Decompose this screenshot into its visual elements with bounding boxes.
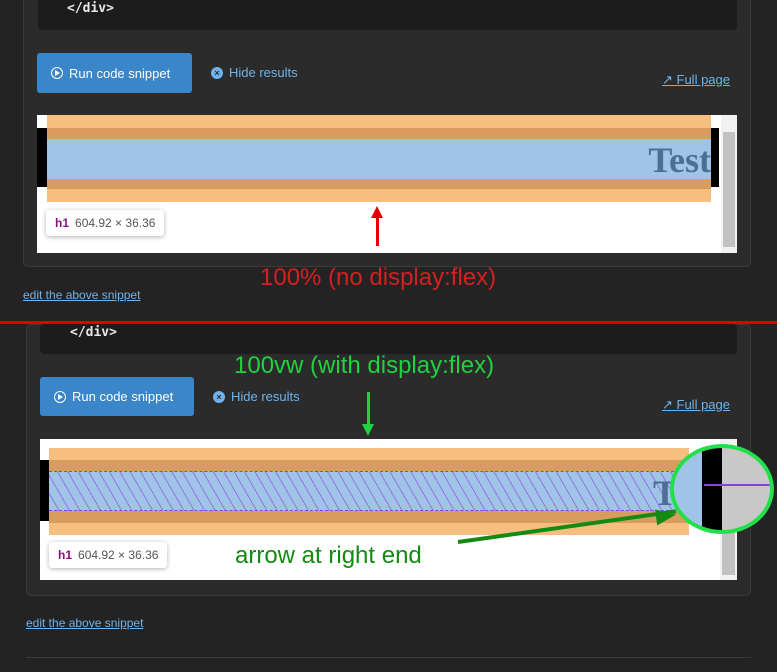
edit-snippet-link[interactable]: edit the above snippet [23,288,140,302]
full-label: Full page [676,397,730,412]
h1-highlight: Test [47,139,711,179]
hide-label: Hide results [229,65,298,80]
inspector-tooltip: h1 604.92 × 36.36 [46,210,165,236]
heading-text: Test [648,140,711,179]
edit-snippet-link[interactable]: edit the above snippet [26,616,143,630]
scrollbar[interactable] [721,115,737,253]
red-arrow-icon [371,206,383,246]
hide-results-button[interactable]: × Hide results [213,389,300,404]
code-block-bottom: </div> [40,324,737,354]
tooltip-tag: h1 [58,548,73,562]
divider [26,657,751,658]
green-arrowhead [654,506,678,526]
close-icon: × [213,390,225,403]
tooltip-size: 604.92 × 36.36 [75,216,156,230]
hide-results-button[interactable]: × Hide results [211,65,298,80]
code-line: </div> [67,1,114,16]
tooltip-tag: h1 [55,216,70,230]
magnifier-circle [670,444,774,534]
h1-highlight: Tt [49,471,689,511]
full-page-link[interactable]: ↗ Full page [662,72,730,88]
play-icon [51,67,63,79]
annotation-bottom-note: 100vw (with display:flex) [234,352,495,379]
annotation-arrow-note: arrow at right end [235,542,422,569]
result-frame-top: Test h1 604.92 × 36.36 [37,115,737,253]
code-line: </div> [70,325,117,340]
close-icon: × [211,66,223,79]
run-code-snippet-button[interactable]: Run code snippet [40,377,194,416]
scrollbar-thumb[interactable] [723,132,735,247]
annotation-top-note: 100% (no display:flex) [260,264,497,291]
inspector-tooltip: h1 604.92 × 36.36 [49,542,168,568]
tooltip-size: 604.92 × 36.36 [78,548,159,562]
green-arrow-down-icon [362,392,374,436]
run-label: Run code snippet [72,389,174,404]
run-code-snippet-button[interactable]: Run code snippet [37,53,192,93]
code-block-top: </div> [38,0,737,30]
full-page-link[interactable]: ↗ Full page [662,397,730,413]
full-label: Full page [676,72,730,87]
hide-label: Hide results [231,389,300,404]
run-label: Run code snippet [69,65,171,81]
play-icon [54,390,66,403]
